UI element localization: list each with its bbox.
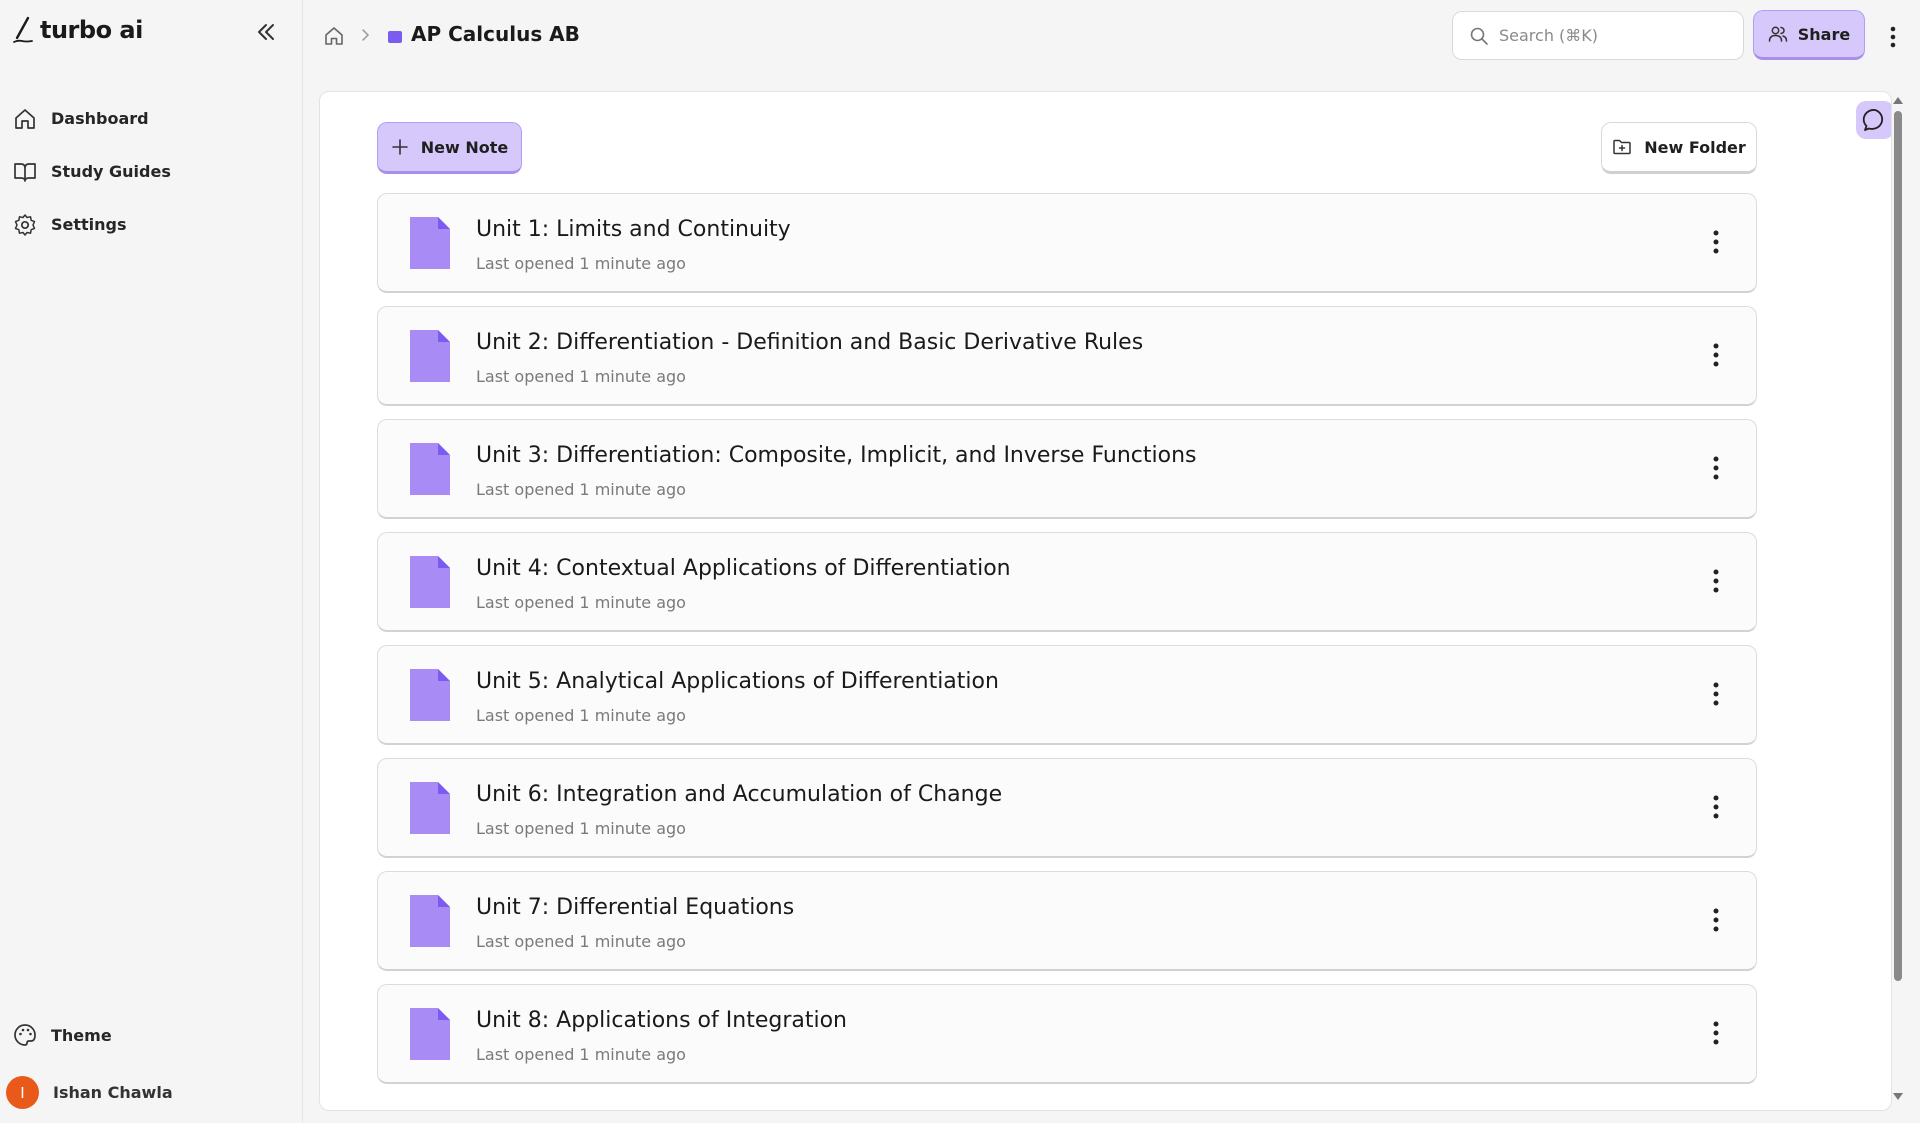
user-name: Ishan Chawla [53, 1083, 173, 1102]
avatar: I [6, 1076, 39, 1109]
pen-logo-icon [13, 16, 33, 43]
note-card[interactable]: Unit 5: Analytical Applications of Diffe… [377, 645, 1757, 745]
note-card[interactable]: Unit 6: Integration and Accumulation of … [377, 758, 1757, 858]
notes-list: Unit 1: Limits and Continuity Last opene… [377, 193, 1757, 1097]
user-profile[interactable]: I Ishan Chawla [6, 1076, 173, 1109]
new-note-button[interactable]: New Note [377, 122, 522, 174]
note-card[interactable]: Unit 3: Differentiation: Composite, Impl… [377, 419, 1757, 519]
note-last-opened: Last opened 1 minute ago [476, 593, 686, 612]
collapse-sidebar-button[interactable] [252, 18, 280, 46]
note-title: Unit 3: Differentiation: Composite, Impl… [476, 443, 1197, 468]
share-button[interactable]: Share [1753, 10, 1865, 60]
plus-icon [391, 139, 408, 155]
note-last-opened: Last opened 1 minute ago [476, 819, 686, 838]
scroll-down-arrow[interactable] [1893, 1093, 1903, 1100]
sidebar-item-study-guides[interactable]: Study Guides [0, 145, 303, 198]
note-last-opened: Last opened 1 minute ago [476, 480, 686, 499]
note-options-button[interactable] [1698, 563, 1734, 599]
book-icon [14, 162, 36, 182]
gear-icon [14, 213, 36, 236]
page-title: AP Calculus AB [411, 22, 580, 46]
share-label: Share [1797, 24, 1851, 44]
kebab-menu-icon [1713, 569, 1719, 593]
notes-panel: New Note New Folder Unit 1: Limits and C… [319, 91, 1892, 1111]
palette-icon [14, 1024, 36, 1046]
scroll-up-arrow[interactable] [1893, 97, 1903, 104]
kebab-menu-icon [1713, 1021, 1719, 1045]
scroll-thumb[interactable] [1894, 111, 1902, 981]
file-icon [410, 782, 450, 834]
chevron-right-icon [362, 29, 370, 41]
note-options-button[interactable] [1698, 224, 1734, 260]
kebab-menu-icon [1713, 456, 1719, 480]
search-icon [1470, 27, 1488, 45]
note-card[interactable]: Unit 7: Differential Equations Last open… [377, 871, 1757, 971]
file-icon [410, 669, 450, 721]
chat-bubble-icon [1862, 109, 1884, 131]
note-title: Unit 2: Differentiation - Definition and… [476, 330, 1144, 355]
note-title: Unit 4: Contextual Applications of Diffe… [476, 556, 1011, 581]
new-note-label: New Note [420, 137, 509, 157]
file-icon [410, 556, 450, 608]
new-folder-label: New Folder [1644, 137, 1746, 157]
kebab-menu-icon [1713, 795, 1719, 819]
note-options-button[interactable] [1698, 450, 1734, 486]
note-last-opened: Last opened 1 minute ago [476, 1045, 686, 1064]
note-title: Unit 7: Differential Equations [476, 895, 795, 920]
note-title: Unit 5: Analytical Applications of Diffe… [476, 669, 999, 694]
note-last-opened: Last opened 1 minute ago [476, 254, 686, 273]
note-last-opened: Last opened 1 minute ago [476, 706, 686, 725]
folder-plus-icon [1613, 139, 1631, 155]
search-box[interactable] [1452, 11, 1744, 60]
file-icon [410, 330, 450, 382]
sidebar: turbo ai Dashboard Study Guides Settings [0, 0, 303, 1123]
chat-button[interactable] [1856, 101, 1891, 139]
app-logo[interactable]: turbo ai [12, 16, 143, 44]
new-folder-button[interactable]: New Folder [1601, 122, 1757, 174]
note-options-button[interactable] [1698, 1015, 1734, 1051]
sidebar-item-settings[interactable]: Settings [0, 198, 303, 251]
home-icon [15, 108, 35, 129]
folder-color-swatch [388, 31, 402, 43]
note-title: Unit 8: Applications of Integration [476, 1008, 847, 1033]
kebab-menu-icon [1713, 682, 1719, 706]
note-options-button[interactable] [1698, 676, 1734, 712]
note-title: Unit 1: Limits and Continuity [476, 217, 791, 242]
kebab-menu-icon [1713, 908, 1719, 932]
note-title: Unit 6: Integration and Accumulation of … [476, 782, 1003, 807]
note-card[interactable]: Unit 8: Applications of Integration Last… [377, 984, 1757, 1084]
file-icon [410, 895, 450, 947]
note-card[interactable]: Unit 4: Contextual Applications of Diffe… [377, 532, 1757, 632]
note-options-button[interactable] [1698, 337, 1734, 373]
app-name: turbo ai [40, 16, 143, 44]
theme-toggle[interactable]: Theme [13, 1023, 112, 1047]
top-header: AP Calculus AB Share [304, 0, 1920, 76]
kebab-menu-icon [1713, 230, 1719, 254]
sidebar-item-label: Dashboard [51, 109, 149, 128]
scrollbar[interactable] [1893, 97, 1903, 1105]
note-card[interactable]: Unit 1: Limits and Continuity Last opene… [377, 193, 1757, 293]
chevrons-left-icon [258, 24, 274, 40]
file-icon [410, 1008, 450, 1060]
breadcrumb-home-icon[interactable] [322, 24, 346, 48]
file-icon [410, 217, 450, 269]
sidebar-item-dashboard[interactable]: Dashboard [0, 92, 303, 145]
sidebar-item-label: Study Guides [51, 162, 171, 181]
note-options-button[interactable] [1698, 789, 1734, 825]
more-options-button[interactable] [1878, 22, 1908, 52]
sidebar-nav: Dashboard Study Guides Settings [0, 92, 303, 251]
note-card[interactable]: Unit 2: Differentiation - Definition and… [377, 306, 1757, 406]
users-icon [1768, 26, 1788, 42]
file-icon [410, 443, 450, 495]
sidebar-item-label: Settings [51, 215, 127, 234]
note-last-opened: Last opened 1 minute ago [476, 932, 686, 951]
note-last-opened: Last opened 1 minute ago [476, 367, 686, 386]
search-input[interactable] [1499, 26, 1719, 45]
note-options-button[interactable] [1698, 902, 1734, 938]
theme-label: Theme [51, 1025, 112, 1045]
kebab-menu-icon [1890, 26, 1896, 48]
kebab-menu-icon [1713, 343, 1719, 367]
